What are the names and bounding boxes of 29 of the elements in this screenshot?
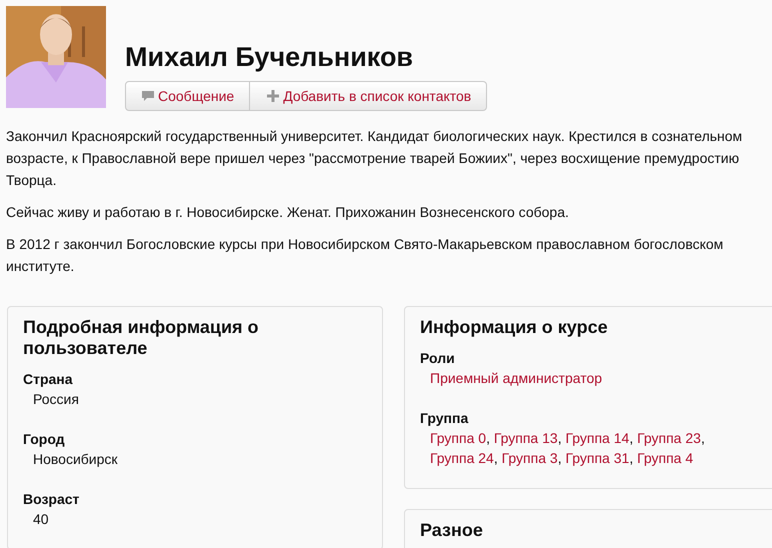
card-title: Информация о курсе: [420, 317, 609, 338]
add-contact-button[interactable]: Добавить в список контактов: [250, 81, 488, 111]
card-title: Подробная информация о пользователе: [23, 317, 260, 359]
field-value: Новосибирск: [33, 451, 118, 467]
message-button[interactable]: Сообщение: [125, 81, 250, 111]
speech-bubble-icon: [142, 90, 154, 102]
group-link[interactable]: Группа 4: [637, 450, 694, 466]
group-link[interactable]: Группа 3: [502, 450, 558, 466]
field-value: 40: [33, 511, 49, 527]
description-paragraph: В 2012 г закончил Богословские курсы при Новосибирском Свято-Макарьевском православном богословском институте.: [6, 235, 724, 276]
group-link[interactable]: Группа 31: [565, 450, 630, 466]
field-label: Возраст: [23, 490, 80, 509]
field-label: Роли: [420, 349, 456, 368]
field-label: Страна: [23, 370, 74, 389]
field-value: Россия: [33, 391, 79, 407]
group-link[interactable]: Группа 24: [430, 450, 494, 466]
group-link[interactable]: Группа 0: [430, 430, 486, 446]
description-paragraph: Сейчас живу и работаю в г. Новосибирске. Женат. Прихожанин Вознесенского собора.: [6, 203, 570, 222]
group-link[interactable]: Группа 23: [637, 430, 701, 446]
group-link[interactable]: Группа 14: [565, 430, 630, 446]
card-title: Разное: [420, 520, 484, 541]
group-list: Группа 0, Группа 13, Группа 14, Группа 23, Группа 24, Группа 3, Группа 31, Группа 4: [420, 428, 764, 468]
plus-icon: [267, 90, 280, 102]
field-label: Группа: [420, 409, 470, 428]
description-paragraph: Закончил Красноярский государственный университет. Кандидат биологических наук. Крестился в сознательном возрасте, к Православной вере пришел через "рассмотрение тварей Божиих", через восхищение премудростию Творца.: [6, 127, 744, 190]
user-name: Михаил Бучельников: [125, 41, 414, 74]
field-label: Город: [23, 430, 66, 449]
group-link[interactable]: Группа 13: [494, 430, 558, 446]
field-link[interactable]: Приемный администратор: [430, 370, 602, 386]
